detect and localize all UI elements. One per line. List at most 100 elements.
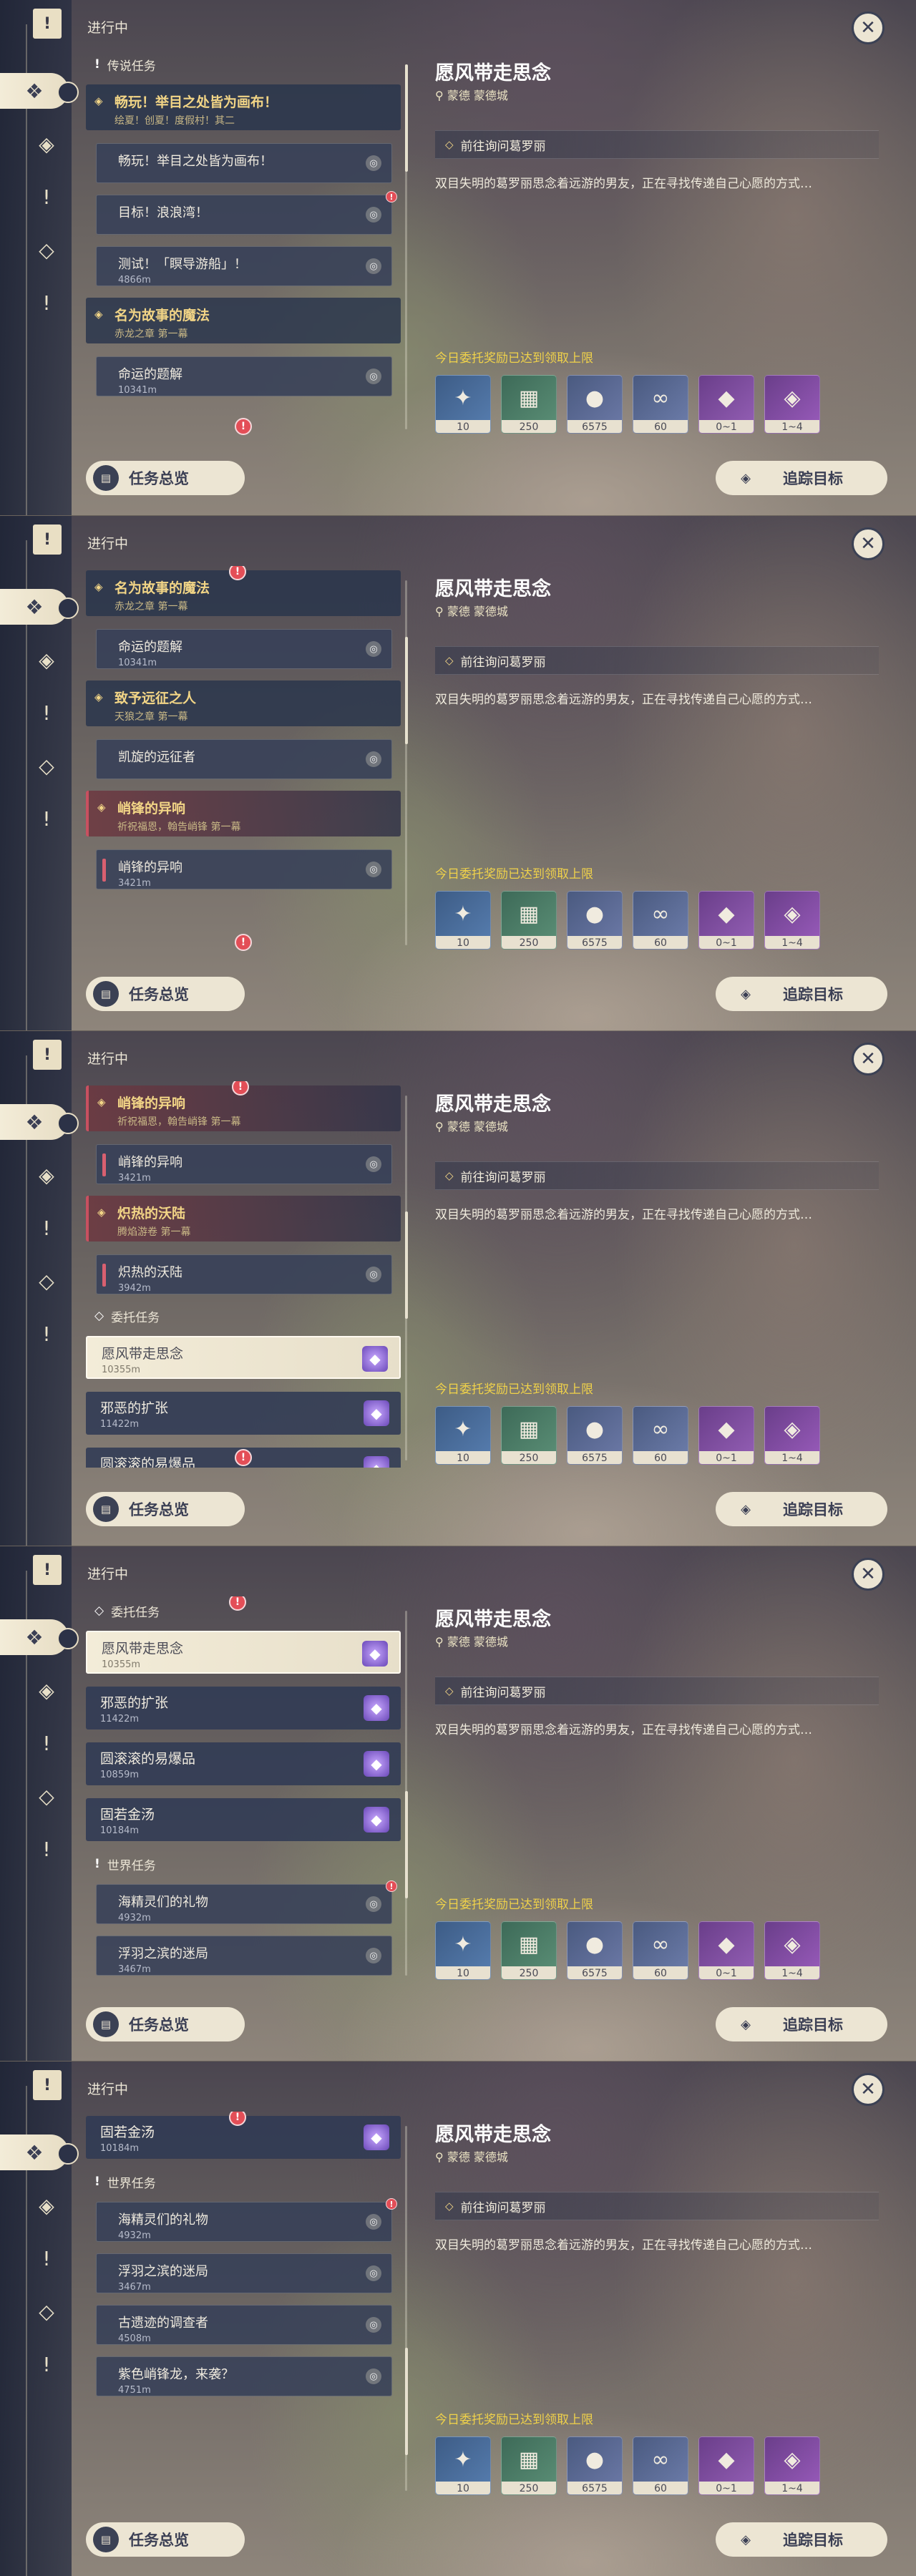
commission-item[interactable]: 邪恶的扩张 11422m ◆ xyxy=(86,1392,401,1435)
commission-item[interactable]: 愿风带走思念 10355m ◆ xyxy=(86,1631,401,1674)
reward-item[interactable]: ● 6575 xyxy=(567,375,623,434)
reward-item[interactable]: ▦ 250 xyxy=(501,1406,557,1465)
reward-item[interactable]: ◆ 0~1 xyxy=(698,375,754,434)
scroll-thumb[interactable] xyxy=(405,1791,408,1898)
reward-item[interactable]: ▦ 250 xyxy=(501,375,557,434)
quest-step[interactable]: 海精灵们的礼物 4932m ◎! xyxy=(96,1880,397,1924)
commission-icon[interactable]: ◇ xyxy=(29,2293,64,2329)
reward-item[interactable]: ● 6575 xyxy=(567,1406,623,1465)
quest-step[interactable]: 古遗迹的调查者 4508m ◎ xyxy=(96,2305,392,2345)
commission-icon[interactable]: ◇ xyxy=(29,232,64,268)
reward-item[interactable]: ◆ 0~1 xyxy=(698,1406,754,1465)
reward-item[interactable]: ▦ 250 xyxy=(501,2436,557,2495)
reward-item[interactable]: ∞ 60 xyxy=(633,2436,688,2495)
track-button[interactable]: ◈ 追踪目标 xyxy=(716,977,887,1011)
map-pin-icon[interactable]: ◎ xyxy=(366,2368,381,2384)
story-quest-icon[interactable]: ! xyxy=(29,179,64,215)
reward-item[interactable]: ◆ 0~1 xyxy=(698,891,754,950)
close-icon[interactable]: ✕ xyxy=(852,1043,885,1075)
map-pin-icon[interactable]: ◎ xyxy=(366,1156,381,1172)
map-pin-icon[interactable]: ◎ xyxy=(366,1948,381,1963)
scroll-thumb[interactable] xyxy=(405,2347,408,2455)
map-pin-icon[interactable]: ◎ xyxy=(366,207,381,223)
quest-chapter[interactable]: ◈ 致予远征之人 天狼之章 第一幕 xyxy=(86,680,401,726)
map-pin-icon[interactable]: ◎ xyxy=(366,2265,381,2281)
track-button[interactable]: ◈ 追踪目标 xyxy=(716,2007,887,2041)
quest-step[interactable]: 畅玩！举目之处皆为画布！ ◎ xyxy=(96,143,392,183)
quest-step[interactable]: 命运的题解 10341m ◎ xyxy=(96,356,392,396)
quest-overview-button[interactable]: ▤ 任务总览 xyxy=(86,2007,245,2041)
scroll-thumb[interactable] xyxy=(405,1211,408,1319)
archon-quest-icon[interactable]: ◈ xyxy=(29,1157,64,1193)
map-pin-icon[interactable]: ◎ xyxy=(366,1267,381,1282)
reward-item[interactable]: ▦ 250 xyxy=(501,891,557,950)
quest-overview-button[interactable]: ▤ 任务总览 xyxy=(86,2522,245,2557)
reward-item[interactable]: ● 6575 xyxy=(567,891,623,950)
quest-chapter[interactable]: ◈ 畅玩！举目之处皆为画布！ 绘夏！创夏！度假村！其二 xyxy=(86,84,401,130)
reward-item[interactable]: ◈ 1~4 xyxy=(764,375,820,434)
quest-step[interactable]: 目标！浪浪湾！ ◎! xyxy=(96,191,397,235)
commission-item[interactable]: 邪恶的扩张 11422m ◆ xyxy=(86,1687,401,1729)
quest-chapter[interactable]: ◈ 名为故事的魔法 赤龙之章 第一幕! xyxy=(86,566,401,616)
reward-item[interactable]: ✦ 10 xyxy=(435,1921,491,1980)
quest-step[interactable]: 炽热的沃陆 3942m ◎ xyxy=(96,1254,392,1294)
quest-overview-button[interactable]: ▤ 任务总览 xyxy=(86,1492,245,1526)
archon-quest-icon[interactable]: ◈ xyxy=(29,642,64,678)
reward-item[interactable]: ∞ 60 xyxy=(633,1406,688,1465)
map-pin-icon[interactable]: ◎ xyxy=(366,862,381,877)
reward-item[interactable]: ◈ 1~4 xyxy=(764,1406,820,1465)
reward-item[interactable]: ● 6575 xyxy=(567,1921,623,1980)
all-quests-icon[interactable]: ❖ xyxy=(0,2135,79,2170)
quest-step[interactable]: 紫色峭锋龙，来袭？ 4751m ◎ xyxy=(96,2356,392,2396)
reward-item[interactable]: ✦ 10 xyxy=(435,2436,491,2495)
map-pin-icon[interactable]: ◎ xyxy=(366,369,381,384)
archon-quest-icon[interactable]: ◈ xyxy=(29,1672,64,1708)
world-quest-icon[interactable]: ! xyxy=(29,1316,64,1352)
close-icon[interactable]: ✕ xyxy=(852,1558,885,1591)
quest-step[interactable]: 测试！「瞑导游船」！ 4866m ◎ xyxy=(96,246,392,286)
commission-item[interactable]: 圆滚滚的易爆品 10859m ◆ xyxy=(86,1742,401,1785)
map-pin-icon[interactable]: ◎ xyxy=(366,1896,381,1912)
world-quest-icon[interactable]: ! xyxy=(29,2346,64,2382)
reward-item[interactable]: ◆ 0~1 xyxy=(698,1921,754,1980)
map-pin-icon[interactable]: ◎ xyxy=(366,641,381,657)
reward-item[interactable]: ◆ 0~1 xyxy=(698,2436,754,2495)
commission-icon[interactable]: ◇ xyxy=(29,1263,64,1299)
world-quest-icon[interactable]: ! xyxy=(29,801,64,836)
reward-item[interactable]: ◈ 1~4 xyxy=(764,2436,820,2495)
map-pin-icon[interactable]: ◎ xyxy=(366,2317,381,2333)
quest-step[interactable]: 峭锋的异响 3421m ◎ xyxy=(96,849,392,889)
commission-item[interactable]: 固若金汤 10184m ◆ xyxy=(86,1798,401,1841)
quest-step[interactable]: 凯旋的远征者 ◎ xyxy=(96,739,392,779)
track-button[interactable]: ◈ 追踪目标 xyxy=(716,2522,887,2557)
commission-icon[interactable]: ◇ xyxy=(29,1778,64,1814)
story-quest-icon[interactable]: ! xyxy=(29,2240,64,2276)
track-button[interactable]: ◈ 追踪目标 xyxy=(716,1492,887,1526)
reward-item[interactable]: ◈ 1~4 xyxy=(764,1921,820,1980)
reward-item[interactable]: ∞ 60 xyxy=(633,1921,688,1980)
track-button[interactable]: ◈ 追踪目标 xyxy=(716,461,887,495)
all-quests-icon[interactable]: ❖ xyxy=(0,589,79,625)
story-quest-icon[interactable]: ! xyxy=(29,695,64,731)
map-pin-icon[interactable]: ◎ xyxy=(366,155,381,171)
close-icon[interactable]: ✕ xyxy=(852,527,885,560)
scroll-thumb[interactable] xyxy=(405,64,408,172)
quest-step[interactable]: 峭锋的异响 3421m ◎ xyxy=(96,1144,392,1184)
close-icon[interactable]: ✕ xyxy=(852,2073,885,2106)
map-pin-icon[interactable]: ◎ xyxy=(366,258,381,274)
all-quests-icon[interactable]: ❖ xyxy=(0,1619,79,1655)
reward-item[interactable]: ✦ 10 xyxy=(435,891,491,950)
quest-step[interactable]: 海精灵们的礼物 4932m ◎! xyxy=(96,2198,397,2242)
reward-item[interactable]: ● 6575 xyxy=(567,2436,623,2495)
quest-chapter[interactable]: ◈ 峭锋的异响 祈祝福恩，翰告峭锋 第一幕 xyxy=(86,791,401,836)
story-quest-icon[interactable]: ! xyxy=(29,1725,64,1761)
story-quest-icon[interactable]: ! xyxy=(29,1210,64,1246)
reward-item[interactable]: ✦ 10 xyxy=(435,1406,491,1465)
scroll-thumb[interactable] xyxy=(405,637,408,745)
world-quest-icon[interactable]: ! xyxy=(29,285,64,321)
reward-item[interactable]: ▦ 250 xyxy=(501,1921,557,1980)
commission-item[interactable]: 固若金汤 10184m ◆! xyxy=(86,2112,401,2159)
reward-item[interactable]: ∞ 60 xyxy=(633,375,688,434)
quest-step[interactable]: 浮羽之滨的迷局 3467m ◎ xyxy=(96,1936,392,1976)
archon-quest-icon[interactable]: ◈ xyxy=(29,126,64,162)
